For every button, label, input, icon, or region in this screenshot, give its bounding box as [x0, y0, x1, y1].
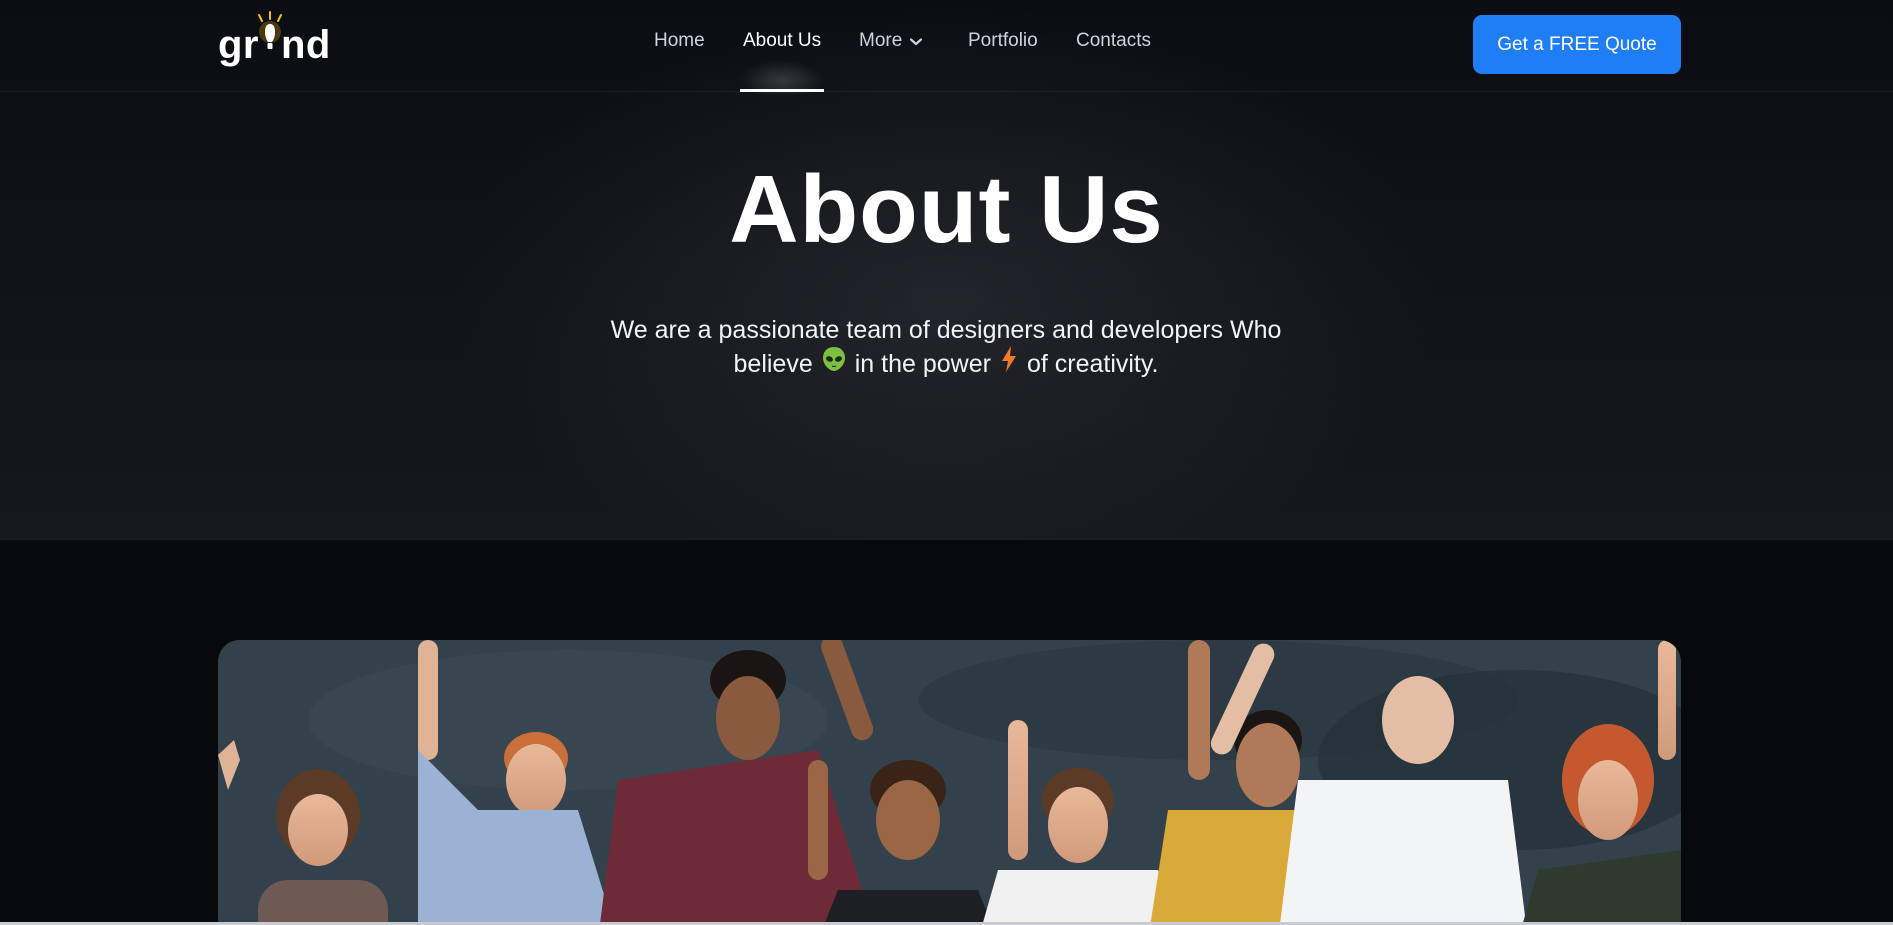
- site-header: gr nd Home About Us More: [0, 0, 1893, 94]
- hero-subtitle: We are a passionate team of designers an…: [596, 313, 1296, 384]
- alien-icon: [821, 346, 847, 381]
- lightning-icon: [999, 345, 1019, 382]
- nav-contacts[interactable]: Contacts: [1076, 28, 1151, 62]
- nav-portfolio[interactable]: Portfolio: [968, 28, 1038, 62]
- nav-more[interactable]: More: [859, 28, 923, 62]
- subtitle-of-creativity: of creativity.: [1026, 350, 1159, 379]
- subtitle-in-the-power: in the power: [854, 350, 991, 379]
- team-photo-image: [218, 640, 1681, 925]
- nav-more-label: More: [859, 30, 903, 52]
- page: gr nd Home About Us More: [0, 0, 1893, 925]
- subtitle-believe: believe: [733, 350, 813, 379]
- nav-active-underline: [740, 89, 824, 92]
- nav-active-glow: [726, 40, 838, 94]
- nav-home[interactable]: Home: [654, 28, 705, 62]
- subtitle-line-1: We are a passionate team of designers an…: [610, 316, 1282, 344]
- page-title: About Us: [729, 156, 1164, 263]
- get-free-quote-button[interactable]: Get a FREE Quote: [1473, 15, 1681, 74]
- chevron-down-icon: [910, 28, 923, 54]
